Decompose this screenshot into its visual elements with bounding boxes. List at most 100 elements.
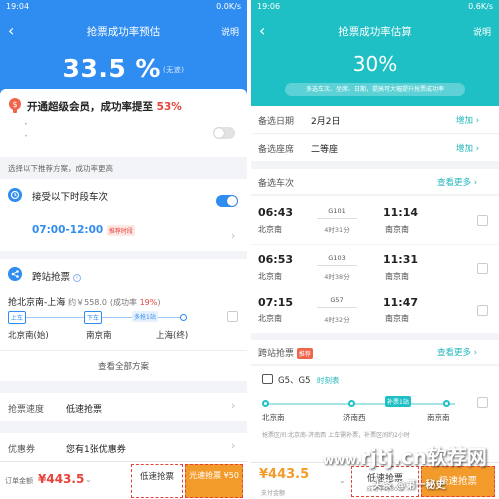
departure-time: 07:15 <box>258 296 294 309</box>
bulb-icon: $ <box>9 98 21 113</box>
arrival-time: 11:14 <box>383 206 419 219</box>
seat-value: 二等座 <box>311 145 339 155</box>
page-title: 抢票成功率预估 <box>86 26 161 38</box>
add-seat-link[interactable]: 增加 › <box>456 142 479 154</box>
more-cross-text: 查看更多 <box>437 348 472 358</box>
route-rate-close: ) <box>157 298 161 307</box>
recommend-hint: 选择以下推荐方案，成功率更高 <box>8 164 113 173</box>
fast-speed-label: 光速抢票 ¥50 <box>189 471 239 480</box>
add-date-link[interactable]: 增加 › <box>456 114 479 126</box>
coupon-row[interactable]: 优惠券 您有1张优惠券 › <box>0 433 247 461</box>
more-trains-link[interactable]: 查看更多 › <box>437 176 477 188</box>
right-screen: 19:06 0.6K/s ‹ 抢票成功率估算 说明 30% 多选车次、坐席、日期… <box>251 0 499 499</box>
more-cross-link[interactable]: 查看更多 › <box>437 346 477 358</box>
route-station: 南京南 <box>427 413 450 422</box>
route-trains: G5、G5 <box>278 376 311 386</box>
train-duration: 4时31分 <box>324 226 350 234</box>
trains-header: 备选车次 查看更多 › <box>251 169 499 194</box>
fast-speed-button[interactable]: 光速抢票 ¥50 <box>185 464 243 498</box>
train-row[interactable]: 06:53 北京南 G103 4时38分 11:31 南京南 <box>251 245 499 293</box>
train-duration: 4时38分 <box>324 273 350 281</box>
cross-station-title: 跨站抢票 i <box>32 269 82 283</box>
tip-pill: 多选车次、坐席、日期，提高可大幅提升抢票成功率 <box>285 83 465 96</box>
chevron-down-icon[interactable]: ⌄ <box>339 476 346 485</box>
speed-label: 抢票速度 <box>8 405 45 415</box>
chevron-down-icon[interactable]: ⌄ <box>85 475 92 484</box>
route-checkbox[interactable] <box>477 397 488 408</box>
cross-station-route: 抢北京南-上海 约￥558.0 (成功率 19%) <box>8 295 160 308</box>
help-link[interactable]: 说明 <box>221 25 239 38</box>
time-range[interactable]: 07:00-12:00 推荐时段 <box>32 224 135 236</box>
pay-amount: ¥443.5 <box>259 467 310 482</box>
date-row[interactable]: 备选日期 2月2日 增加 › <box>251 106 499 133</box>
route-dot <box>262 400 269 407</box>
cross-station-label: 跨站抢票 推荐 <box>258 346 313 359</box>
status-bar: 19:06 0.6K/s <box>251 0 499 14</box>
departure-station: 北京南 <box>258 225 282 234</box>
train-line <box>317 307 357 308</box>
speed-row[interactable]: 抢票速度 低速抢票 › <box>0 393 247 421</box>
clock-icon <box>8 188 22 202</box>
chevron-right-icon[interactable]: › <box>231 229 235 242</box>
status-bar: 19:04 0.0K/s <box>0 0 247 14</box>
pay-amount-label: 支付金额 <box>261 490 286 497</box>
station-to: 上海(终) <box>156 331 189 341</box>
view-all-plans-button[interactable]: 查看全部方案 <box>0 360 247 372</box>
low-speed-button[interactable]: 低速抢票 <box>131 464 183 498</box>
time-segment-card: 接受以下时段车次 › <box>0 179 247 251</box>
order-total-value: ¥443.5 <box>38 472 85 486</box>
seat-row[interactable]: 备选座席 二等座 增加 › <box>251 134 499 161</box>
segment-toggle[interactable] <box>216 195 238 207</box>
vip-toggle[interactable] <box>213 127 235 139</box>
trains-header-label: 备选车次 <box>258 179 295 189</box>
status-network: 0.0K/s <box>216 2 241 11</box>
help-link[interactable]: 说明 <box>473 25 491 38</box>
time-range-value: 07:00-12:00 <box>32 224 104 236</box>
station-mid: 南京南 <box>86 331 112 341</box>
right-header: 19:06 0.6K/s ‹ 抢票成功率估算 说明 30% 多选车次、坐席、日期… <box>251 0 499 106</box>
timetable-link[interactable]: 时刻表 <box>317 375 340 386</box>
low-speed-label: 低速抢票 <box>139 472 174 482</box>
success-rate: 30% <box>352 52 398 76</box>
cross-station-title-text: 跨站抢票 <box>32 272 71 283</box>
watermark-prefix: www. <box>323 453 361 467</box>
cross-station-header: 跨站抢票 推荐 查看更多 › <box>251 340 499 364</box>
train-checkbox[interactable] <box>477 215 488 226</box>
watermark-main: rjtj.cn软荐网 <box>360 445 487 469</box>
success-rate-value: 33.5 % <box>62 54 161 83</box>
page-title: 抢票成功率估算 <box>338 26 412 38</box>
toggle-knob <box>214 128 224 138</box>
departure-time: 06:43 <box>258 206 294 219</box>
train-checkbox[interactable] <box>477 305 488 316</box>
coupon-label: 优惠券 <box>8 445 36 455</box>
left-screen: 19:04 0.0K/s ‹ 抢票成功率预估 说明 33.5 % (无迹) $ 开… <box>0 0 247 499</box>
arrival-station: 南京南 <box>385 272 409 281</box>
route-price: 约￥558.0 <box>68 298 108 307</box>
extra-station-tag: 多抢1站 <box>132 311 158 322</box>
seat-label: 备选座席 <box>258 145 295 155</box>
train-number: G103 <box>328 254 346 262</box>
info-icon[interactable]: i <box>73 273 82 282</box>
train-number: G101 <box>328 207 346 215</box>
route-rate-label: (成功率 <box>109 298 140 307</box>
coupon-value: 您有1张优惠券 <box>66 445 126 455</box>
train-row[interactable]: 07:15 北京南 G57 4时32分 11:47 南京南 <box>251 287 499 333</box>
add-date-text: 增加 <box>456 116 474 126</box>
vip-title-text: 开通超级会员，成功率提至 <box>27 101 157 113</box>
order-total-label: 订单金额 <box>5 477 33 485</box>
train-row[interactable]: 06:43 北京南 G101 4时31分 11:14 南京南 <box>251 196 499 244</box>
status-network: 0.6K/s <box>468 2 493 11</box>
toggle-knob <box>227 196 237 206</box>
success-rate: 33.5 % (无迹) <box>0 54 247 83</box>
arrival-time: 11:47 <box>383 296 419 309</box>
share-nodes-icon <box>8 267 22 281</box>
train-checkbox[interactable] <box>477 263 488 274</box>
train-line <box>317 218 357 219</box>
vip-title[interactable]: 开通超级会员，成功率提至 53% <box>27 99 182 114</box>
status-time: 19:04 <box>6 2 30 11</box>
cross-station-checkbox[interactable] <box>227 311 238 322</box>
divider <box>0 350 247 351</box>
time-range-tag: 推荐时段 <box>106 224 135 236</box>
svg-text:$: $ <box>12 100 17 109</box>
route-line <box>265 403 455 405</box>
